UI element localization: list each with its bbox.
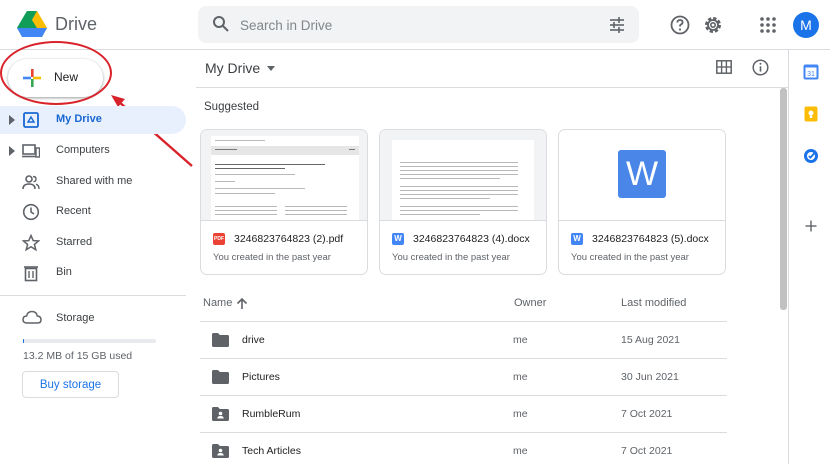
expand-caret-icon[interactable] — [9, 115, 15, 125]
storage-usage-bar — [23, 339, 156, 343]
settings-icon[interactable] — [702, 14, 724, 36]
new-button[interactable]: New — [8, 59, 103, 97]
scrollbar[interactable] — [780, 88, 787, 310]
folder-icon — [212, 333, 229, 347]
expand-caret-icon[interactable] — [9, 146, 15, 156]
drive-logo[interactable] — [17, 11, 47, 38]
file-modified: 30 Jun 2021 — [621, 371, 679, 383]
table-row[interactable]: RumbleRum me 7 Oct 2021 — [200, 396, 727, 433]
storage-used-text: 13.2 MB of 15 GB used — [23, 350, 133, 362]
file-name: Tech Articles — [242, 445, 301, 457]
suggested-file-card[interactable]: W 3246823764823 (4).docx You created in … — [379, 129, 547, 275]
chevron-down-icon[interactable] — [267, 66, 275, 71]
search-icon[interactable] — [212, 15, 230, 33]
keep-icon[interactable] — [803, 106, 819, 122]
file-name: Pictures — [242, 371, 280, 383]
shared-folder-icon — [212, 444, 229, 458]
table-row[interactable]: Tech Articles me 7 Oct 2021 — [200, 433, 727, 464]
sidebar-item-bin[interactable]: Bin — [0, 259, 186, 287]
file-modified: 7 Oct 2021 — [621, 408, 673, 420]
sort-arrow-up-icon[interactable] — [236, 297, 248, 310]
top-bar: Drive M — [0, 0, 830, 50]
add-icon[interactable] — [803, 218, 819, 234]
account-avatar[interactable]: M — [793, 12, 819, 38]
sidebar-item-label: Recent — [56, 205, 91, 217]
word-icon: W — [618, 150, 666, 198]
file-name: 3246823764823 (5).docx — [592, 233, 709, 245]
docs-icon: W — [392, 233, 404, 245]
trash-icon — [24, 266, 38, 282]
file-preview: W — [559, 130, 725, 221]
file-subtitle: You created in the past year — [392, 252, 510, 263]
sidebar-item-label: Shared with me — [56, 175, 133, 187]
column-header-name[interactable]: Name — [203, 297, 232, 309]
file-owner: me — [513, 445, 528, 457]
file-owner: me — [513, 334, 528, 346]
main-header: My Drive — [196, 50, 788, 88]
file-preview — [380, 130, 546, 221]
new-button-label: New — [54, 70, 79, 84]
column-header-last-modified[interactable]: Last modified — [621, 297, 686, 309]
file-owner: me — [513, 408, 528, 420]
storage-label[interactable]: Storage — [56, 312, 95, 324]
tasks-icon[interactable] — [803, 148, 819, 164]
suggested-heading: Suggested — [204, 101, 259, 113]
sidebar-item-label: Computers — [56, 144, 110, 156]
docs-icon: W — [571, 233, 583, 245]
sidebar-item-label: Starred — [56, 236, 93, 248]
my-drive-icon — [23, 112, 39, 128]
buy-storage-button[interactable]: Buy storage — [22, 371, 119, 398]
storage-usage-fill — [23, 339, 25, 343]
sidebar-divider — [0, 295, 186, 296]
app-title: Drive — [55, 14, 98, 34]
cloud-icon — [22, 310, 42, 324]
file-modified: 15 Aug 2021 — [621, 334, 680, 346]
suggested-file-card[interactable]: W W 3246823764823 (5).docx You created i… — [558, 129, 726, 275]
plus-icon — [23, 69, 41, 87]
file-subtitle: You created in the past year — [571, 252, 689, 263]
file-name: drive — [242, 334, 265, 346]
search-input[interactable] — [240, 16, 580, 34]
file-modified: 7 Oct 2021 — [621, 445, 673, 457]
file-name: 3246823764823 (2).pdf — [234, 233, 344, 245]
table-row[interactable]: drive me 15 Aug 2021 — [200, 322, 727, 359]
folder-icon — [212, 370, 229, 384]
sidebar-item-computers[interactable]: Computers — [0, 137, 186, 165]
sidebar-item-my-drive[interactable]: My Drive — [0, 106, 186, 134]
file-owner: me — [513, 371, 528, 383]
svg-text:31: 31 — [807, 71, 815, 78]
file-subtitle: You created in the past year — [213, 252, 331, 263]
info-icon[interactable] — [752, 59, 769, 76]
column-header-owner[interactable]: Owner — [514, 297, 546, 309]
sidebar-item-label: My Drive — [56, 113, 102, 125]
file-preview — [201, 130, 367, 221]
search-bar[interactable] — [198, 6, 639, 43]
sidebar-item-starred[interactable]: Starred — [0, 229, 186, 257]
pdf-icon: PDF — [213, 233, 225, 245]
sidebar-item-label: Bin — [56, 266, 72, 278]
clock-icon — [22, 203, 40, 221]
calendar-icon[interactable]: 31 — [803, 64, 819, 80]
shared-folder-icon — [212, 407, 229, 421]
apps-grid-icon[interactable] — [757, 14, 779, 36]
suggested-file-card[interactable]: PDF 3246823764823 (2).pdf You created in… — [200, 129, 368, 275]
grid-view-icon[interactable] — [716, 60, 732, 74]
file-name: RumbleRum — [242, 408, 301, 420]
help-icon[interactable] — [669, 14, 691, 36]
shared-with-me-icon — [22, 175, 40, 190]
breadcrumb[interactable]: My Drive — [205, 60, 260, 76]
side-panel: 31 — [788, 50, 830, 464]
star-icon — [22, 234, 40, 252]
sidebar-item-shared-with-me[interactable]: Shared with me — [0, 168, 186, 196]
search-options-icon[interactable] — [608, 16, 626, 34]
sidebar-item-recent[interactable]: Recent — [0, 198, 186, 226]
computers-icon — [22, 144, 40, 158]
table-row[interactable]: Pictures me 30 Jun 2021 — [200, 359, 727, 396]
file-name: 3246823764823 (4).docx — [413, 233, 530, 245]
